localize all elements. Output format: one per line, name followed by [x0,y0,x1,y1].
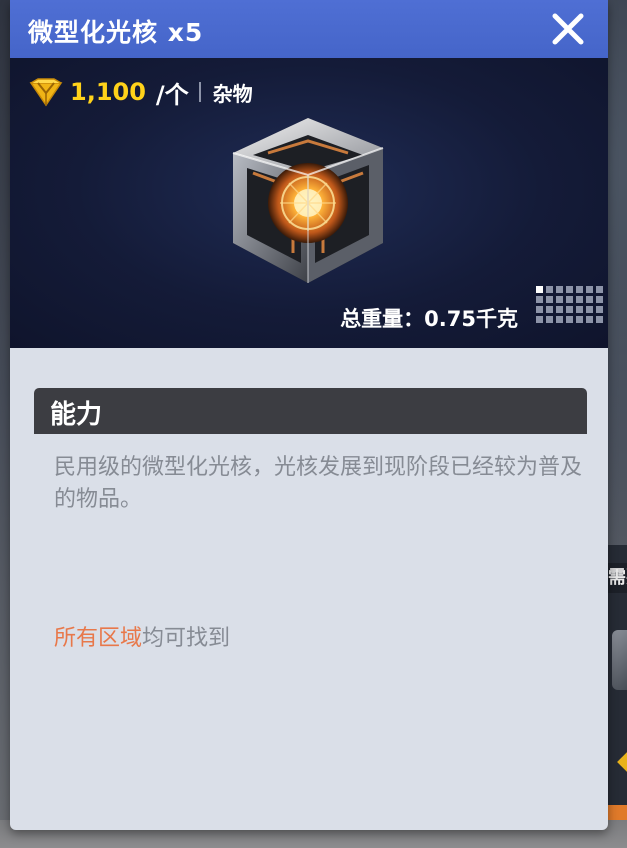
background-card-thumbnail [612,630,627,690]
total-weight: 总重量：0.75千克 [340,307,518,331]
background-gem-icon [617,752,627,772]
light-core-cube-icon [232,118,384,283]
source-text: 均可找到 [142,626,231,651]
item-source: 所有区域均可找到 [54,620,230,652]
item-category: 杂物 [212,81,253,106]
close-icon [552,13,584,45]
item-title: 微型化光核 x5 [28,18,204,47]
item-detail-panel: 微型化光核 x5 1,100 /个 杂物 总重量：0.75千克 能力 民用级的微… [10,0,608,830]
ability-title: 能力 [50,400,103,430]
ability-section-header: 能力 [34,388,587,434]
item-description: 民用级的微型化光核，光核发展到现阶段已经较为普及的物品。 [54,455,583,512]
title-bar: 微型化光核 x5 [10,0,608,58]
item-showcase: 1,100 /个 杂物 总重量：0.75千克 [10,58,608,348]
price-unit: /个 [155,80,189,109]
price-value: 1,100 [70,78,146,106]
grid-size-icon [536,286,603,323]
price-divider [198,82,201,102]
close-button[interactable] [545,6,591,52]
gem-icon [29,78,63,107]
source-location: 所有区域 [54,626,143,651]
price-row: 1,100 /个 杂物 [28,76,253,109]
